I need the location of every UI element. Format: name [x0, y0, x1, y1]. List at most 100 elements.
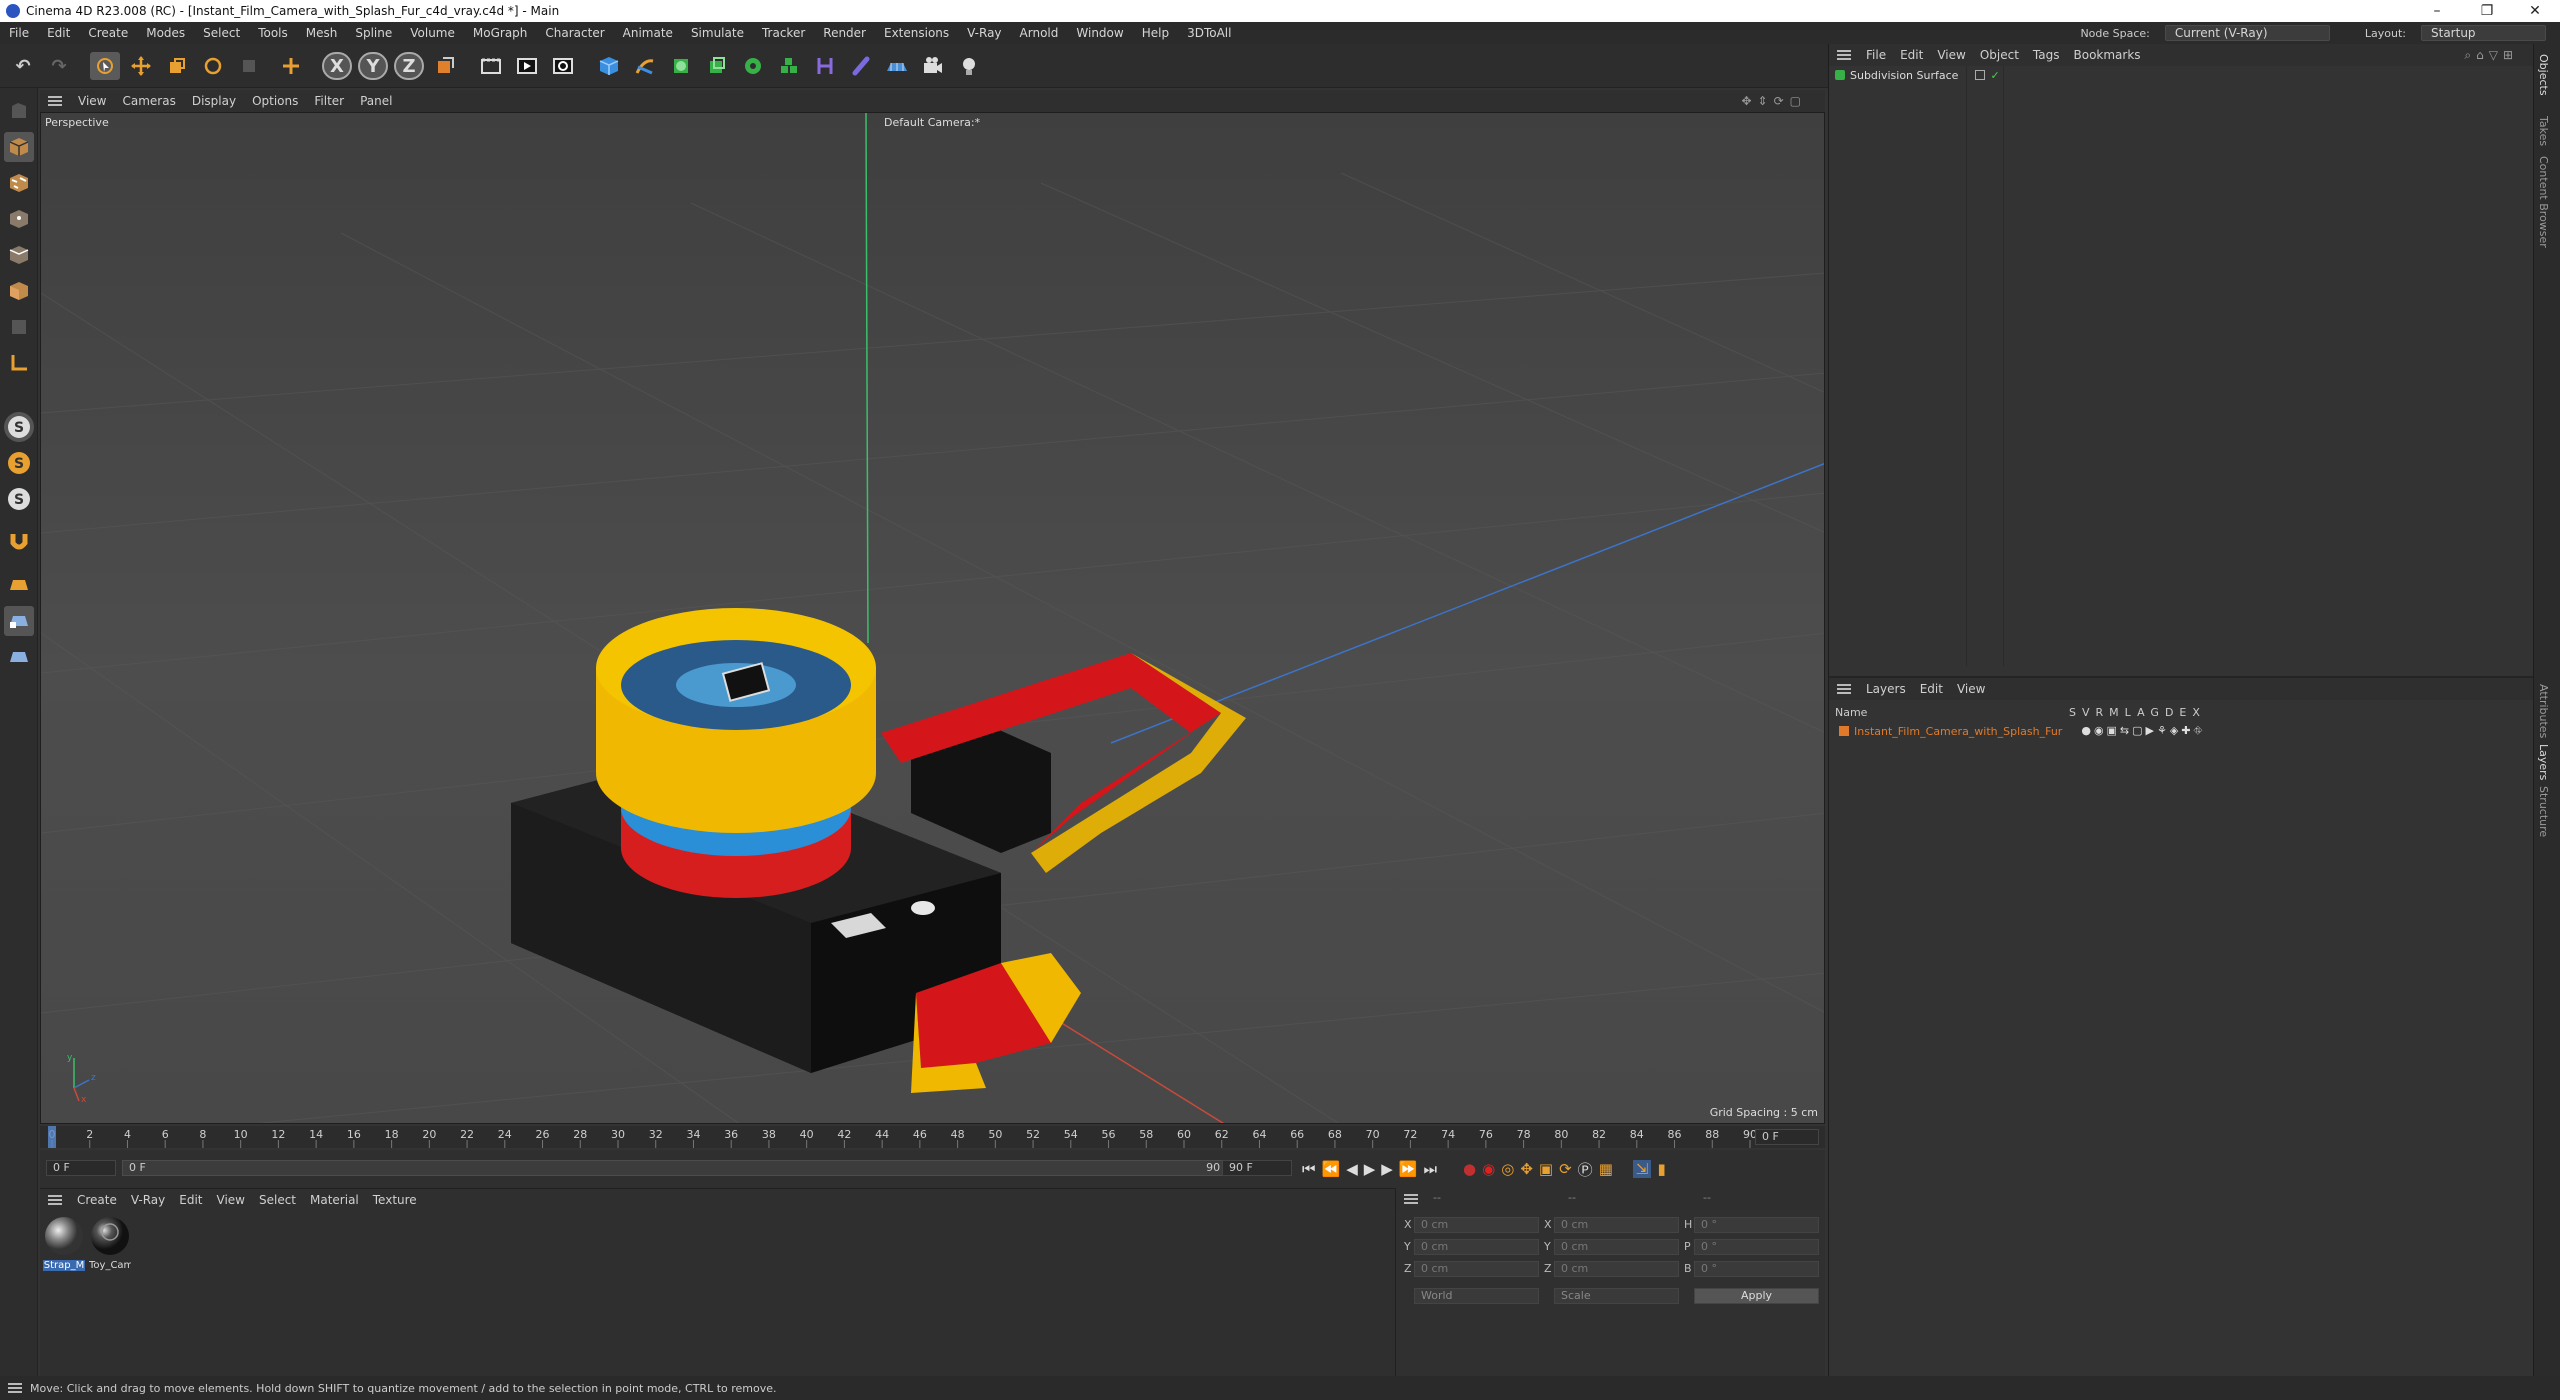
- viewport-menu-view[interactable]: View: [70, 94, 114, 108]
- object-menu-edit[interactable]: Edit: [1893, 48, 1930, 62]
- 3d-viewport[interactable]: Perspective Default Camera:* y z x Grid …: [40, 112, 1825, 1124]
- size-y-field[interactable]: 0 cm: [1554, 1239, 1679, 1255]
- menu-arnold[interactable]: Arnold: [1011, 26, 1068, 40]
- locked-workplane-icon[interactable]: [4, 606, 34, 636]
- previous-frame-icon[interactable]: ◀: [1346, 1160, 1358, 1178]
- layer-color-swatch[interactable]: [1839, 726, 1849, 736]
- key-selection-icon[interactable]: ◎: [1501, 1160, 1514, 1178]
- apply-button[interactable]: Apply: [1694, 1288, 1819, 1304]
- render-region-icon[interactable]: [476, 52, 506, 80]
- menu-volume[interactable]: Volume: [401, 26, 464, 40]
- y-axis-lock-button[interactable]: Y: [358, 52, 388, 80]
- visibility-toggle-icon[interactable]: [1975, 70, 1986, 80]
- key-rotation-icon[interactable]: ⟳: [1559, 1160, 1572, 1178]
- material-menu-texture[interactable]: Texture: [366, 1193, 424, 1207]
- material-menu-edit[interactable]: Edit: [172, 1193, 209, 1207]
- material-swatch[interactable]: Toy_Cam: [89, 1215, 131, 1273]
- render-view-icon[interactable]: [512, 52, 542, 80]
- menu-help[interactable]: Help: [1133, 26, 1178, 40]
- current-frame-field[interactable]: 0 F: [1755, 1129, 1819, 1145]
- menu-tools[interactable]: Tools: [249, 26, 297, 40]
- timeline-ruler[interactable]: 0246810121416182022242628303234363840424…: [40, 1126, 1825, 1148]
- key-pla-icon[interactable]: ▦: [1599, 1160, 1613, 1178]
- scale-dropdown[interactable]: Scale: [1554, 1288, 1679, 1304]
- snap-mode-icon[interactable]: S: [4, 484, 34, 514]
- menu-select[interactable]: Select: [194, 26, 249, 40]
- floor-environment-icon[interactable]: [882, 52, 912, 80]
- layer-toggle-icons[interactable]: ●◉▣⇆▢▶⚘◈✚⛗: [2081, 724, 2205, 738]
- next-frame-icon[interactable]: ▶: [1381, 1160, 1393, 1178]
- pos-z-field[interactable]: 0 cm: [1414, 1261, 1539, 1277]
- f-curve-icon[interactable]: ▮: [1657, 1160, 1665, 1178]
- material-menu-select[interactable]: Select: [252, 1193, 303, 1207]
- material-swatch[interactable]: Strap_M: [43, 1215, 85, 1273]
- world-dropdown[interactable]: World: [1414, 1288, 1539, 1304]
- magnet-icon[interactable]: [4, 526, 34, 556]
- viewport-menu-panel[interactable]: Panel: [352, 94, 400, 108]
- edges-mode-icon[interactable]: [4, 240, 34, 270]
- menu-mesh[interactable]: Mesh: [297, 26, 347, 40]
- tab-layers[interactable]: Layers: [2537, 744, 2550, 780]
- viewport-menu-display[interactable]: Display: [184, 94, 244, 108]
- layer-hamburger-icon[interactable]: [1837, 684, 1851, 694]
- planar-workplane-icon[interactable]: [4, 642, 34, 672]
- menu-modes[interactable]: Modes: [137, 26, 194, 40]
- close-button[interactable]: ✕: [2512, 0, 2558, 22]
- rot-h-field[interactable]: 0 °: [1694, 1217, 1819, 1233]
- camera-object-icon[interactable]: [918, 52, 948, 80]
- layer-row[interactable]: Instant_Film_Camera_with_Splash_Fur ●◉▣⇆…: [1829, 723, 2534, 739]
- viewport-menu-cameras[interactable]: Cameras: [114, 94, 183, 108]
- object-menu-view[interactable]: View: [1930, 48, 1972, 62]
- maximize-button[interactable]: ❐: [2464, 0, 2510, 22]
- menu-mograph[interactable]: MoGraph: [464, 26, 537, 40]
- layer-menu-edit[interactable]: Edit: [1913, 682, 1950, 696]
- menu-character[interactable]: Character: [536, 26, 613, 40]
- menu-file[interactable]: File: [0, 26, 38, 40]
- menu-vray[interactable]: V-Ray: [958, 26, 1010, 40]
- material-menu-vray[interactable]: V-Ray: [124, 1193, 172, 1207]
- cube-object-icon[interactable]: [594, 52, 624, 80]
- material-menu-material[interactable]: Material: [303, 1193, 366, 1207]
- play-icon[interactable]: ▶: [1364, 1160, 1376, 1178]
- points-mode-icon[interactable]: [4, 204, 34, 234]
- light-object-icon[interactable]: [954, 52, 984, 80]
- layer-menu-layers[interactable]: Layers: [1859, 682, 1913, 696]
- viewport-nav-icons[interactable]: ✥⇕⟳▢: [1733, 94, 1815, 108]
- object-menu-tags[interactable]: Tags: [2026, 48, 2067, 62]
- scale-tool-icon[interactable]: [162, 52, 192, 80]
- layer-menu-view[interactable]: View: [1950, 682, 1992, 696]
- grid-icon[interactable]: [4, 570, 34, 600]
- object-menu-bookmarks[interactable]: Bookmarks: [2067, 48, 2148, 62]
- key-scale-icon[interactable]: ▣: [1539, 1160, 1553, 1178]
- rot-p-field[interactable]: 0 °: [1694, 1239, 1819, 1255]
- previous-key-icon[interactable]: ⏪: [1322, 1160, 1341, 1178]
- menu-spline[interactable]: Spline: [346, 26, 401, 40]
- end-frame-field[interactable]: 90 F: [1222, 1160, 1292, 1176]
- node-space-dropdown[interactable]: Current (V-Ray): [2164, 25, 2330, 41]
- rotate-tool-icon[interactable]: [198, 52, 228, 80]
- make-editable-icon[interactable]: [4, 96, 34, 126]
- polygons-mode-icon[interactable]: [4, 276, 34, 306]
- object-hamburger-icon[interactable]: [1837, 50, 1851, 60]
- material-hamburger-icon[interactable]: [48, 1195, 62, 1205]
- menu-simulate[interactable]: Simulate: [682, 26, 753, 40]
- move-tool-icon[interactable]: [126, 52, 156, 80]
- menu-render[interactable]: Render: [814, 26, 875, 40]
- object-menu-file[interactable]: File: [1859, 48, 1893, 62]
- object-menu-object[interactable]: Object: [1973, 48, 2026, 62]
- record-key-icon[interactable]: ◉: [1482, 1160, 1495, 1178]
- material-menu-create[interactable]: Create: [70, 1193, 124, 1207]
- subdivision-generator-icon[interactable]: [666, 52, 696, 80]
- start-frame-field[interactable]: 0 F: [46, 1160, 116, 1176]
- coordinate-system-icon[interactable]: [430, 52, 460, 80]
- mograph-cloner-icon[interactable]: [738, 52, 768, 80]
- redo-icon[interactable]: ↷: [44, 52, 74, 80]
- pen-spline-icon[interactable]: [630, 52, 660, 80]
- snap-toggle-icon[interactable]: S: [4, 412, 34, 442]
- workplane-icon[interactable]: [4, 348, 34, 378]
- object-search-icons[interactable]: ⌕⌂▽⊞: [2457, 48, 2525, 63]
- recent-tool-icon[interactable]: [234, 52, 264, 80]
- menu-window[interactable]: Window: [1067, 26, 1132, 40]
- viewport-hamburger-icon[interactable]: [48, 96, 62, 106]
- texture-mode-icon[interactable]: [4, 168, 34, 198]
